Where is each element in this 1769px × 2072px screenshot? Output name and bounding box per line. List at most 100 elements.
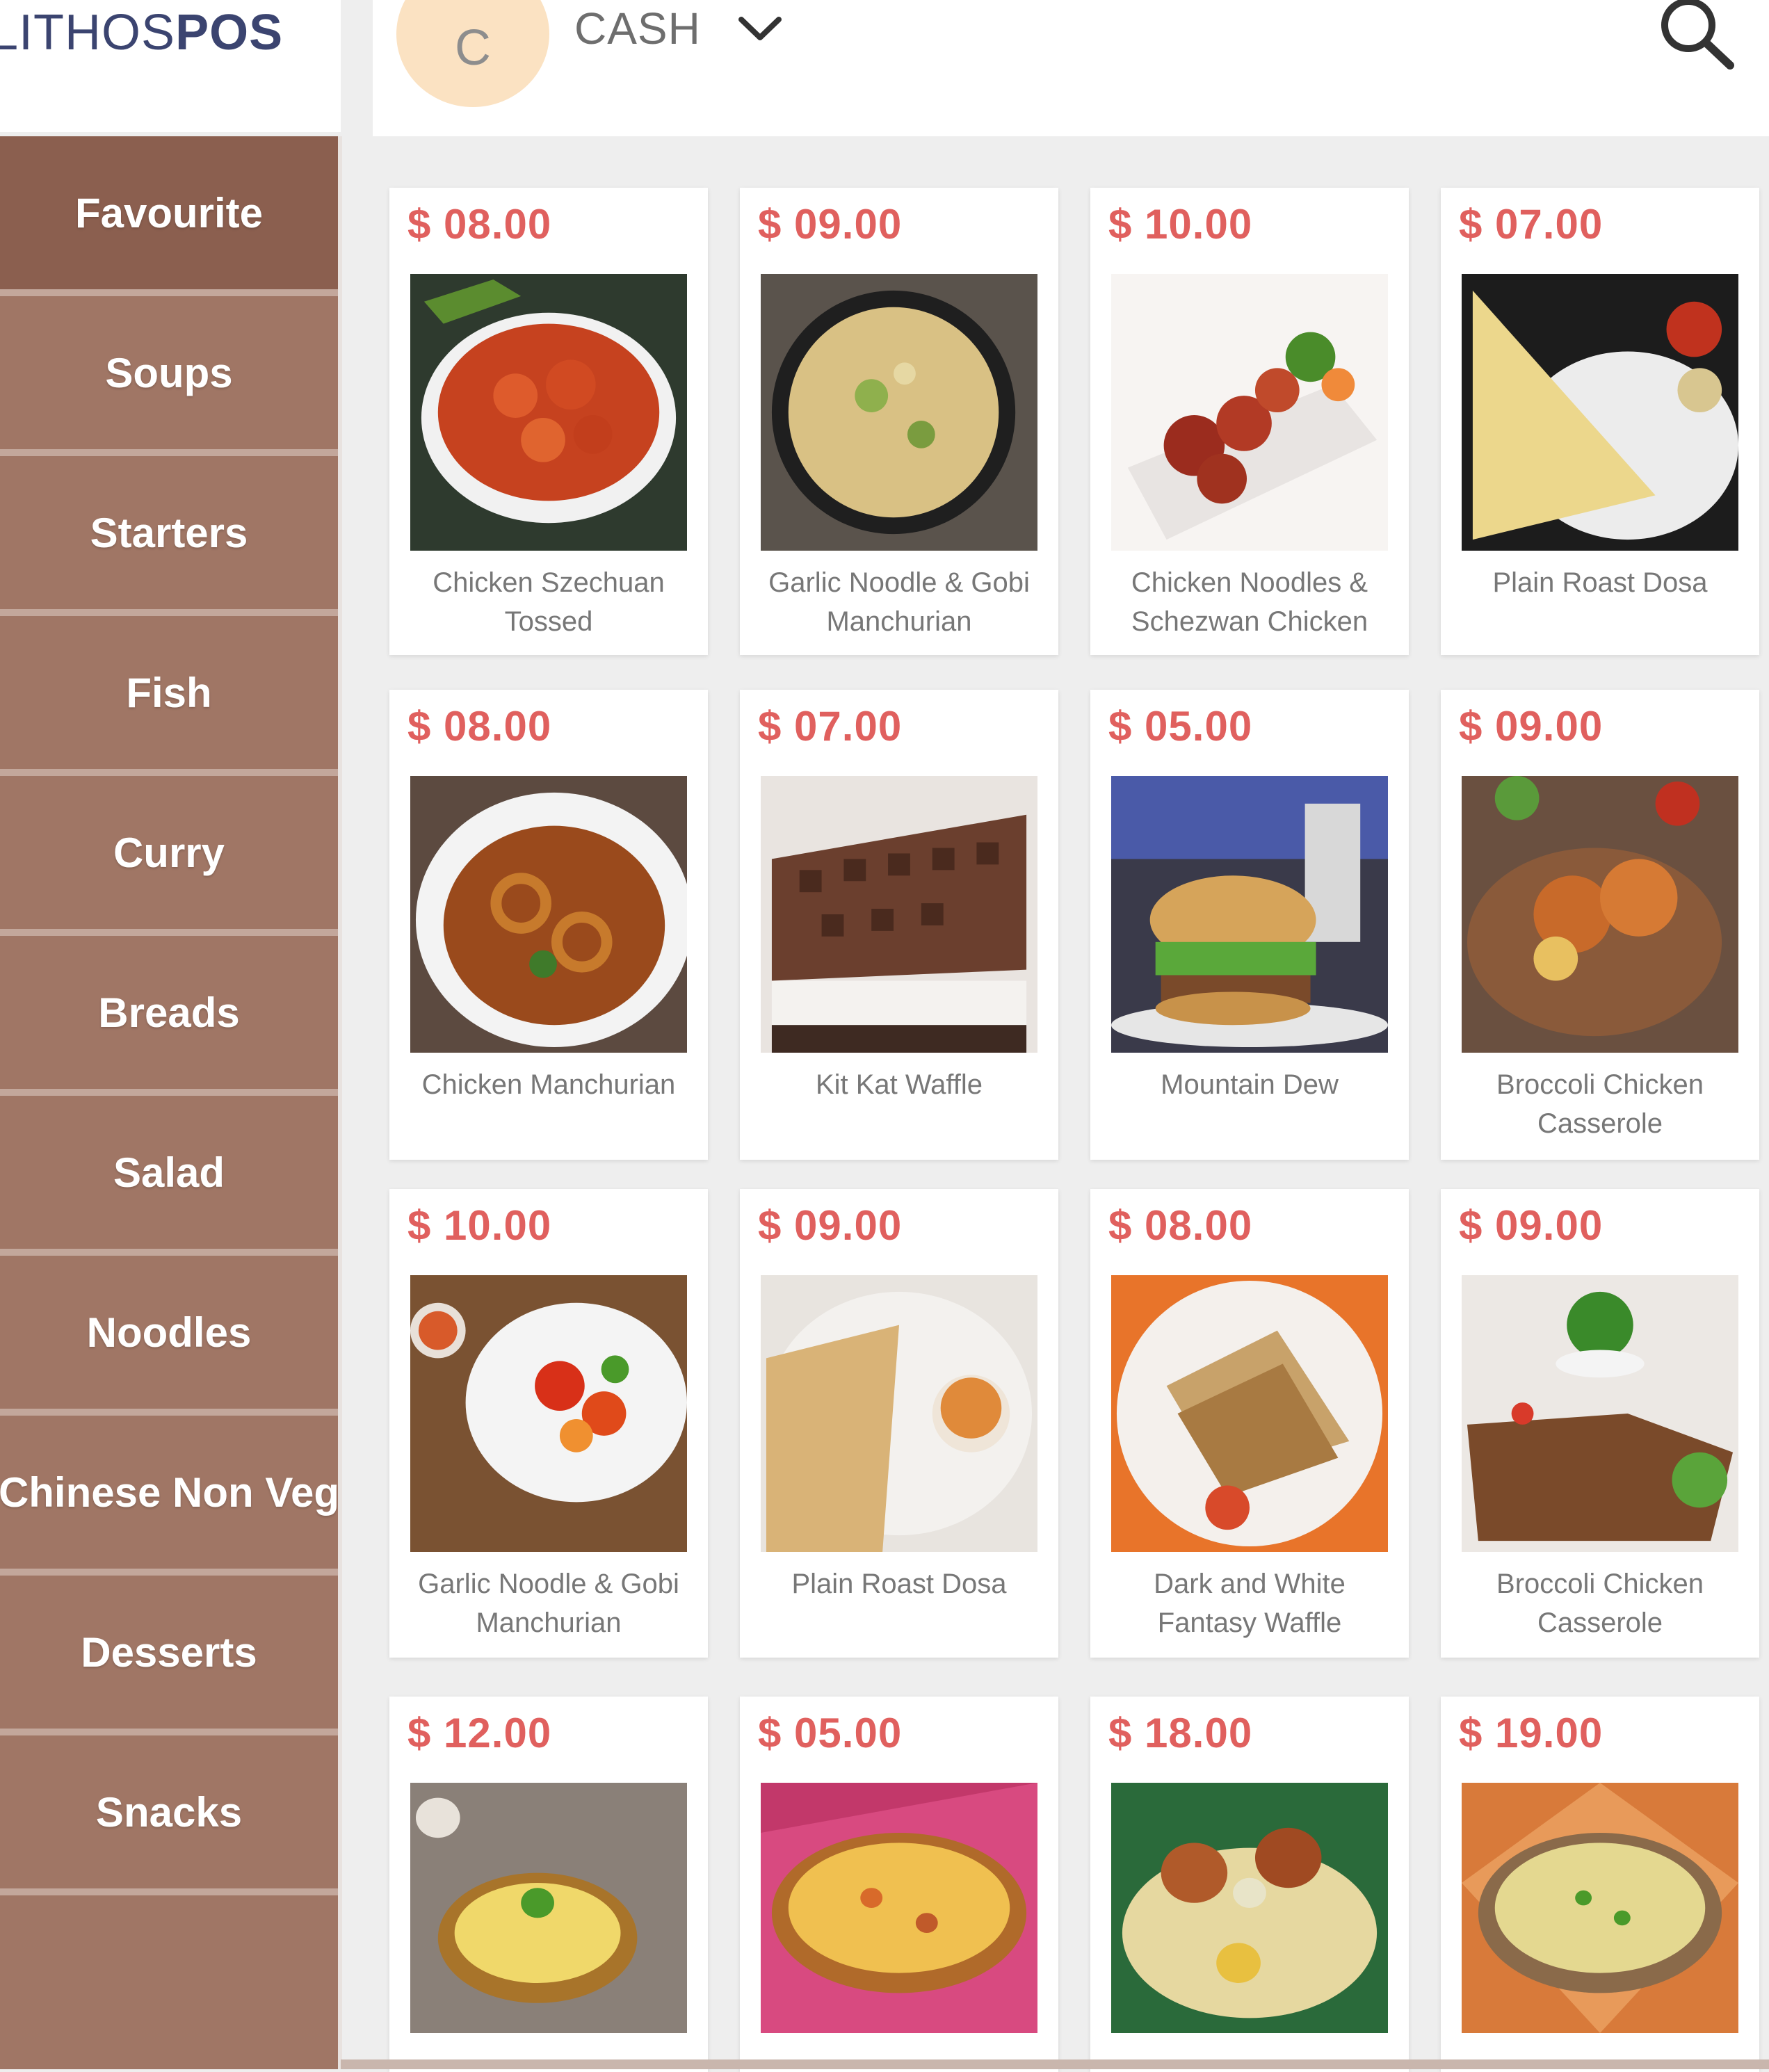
category-divider (0, 769, 338, 776)
product-image (1462, 776, 1738, 1053)
category-label: Salad (113, 1149, 225, 1196)
product-card[interactable]: $ 07.00 Kit Kat Waffle (740, 690, 1058, 1160)
product-price: $ 08.00 (407, 201, 552, 248)
product-price: $ 18.00 (1108, 1710, 1253, 1756)
product-image (1111, 274, 1388, 551)
product-price: $ 09.00 (1459, 1202, 1604, 1249)
category-divider (0, 929, 338, 936)
product-image (761, 1783, 1037, 2033)
category-divider (0, 1569, 338, 1576)
product-grid: $ 08.00 Chicken Szechuan Tossed $ 09.00 … (389, 188, 1769, 2072)
product-image (1462, 1275, 1738, 1552)
bottom-divider (341, 2059, 1769, 2069)
product-price: $ 19.00 (1459, 1710, 1604, 1756)
product-price: $ 09.00 (1459, 703, 1604, 750)
category-divider (0, 1249, 338, 1256)
product-card[interactable]: $ 05.00 (740, 1697, 1058, 2072)
category-label: Noodles (86, 1309, 252, 1356)
category-item-salad[interactable]: Salad (0, 1096, 338, 1249)
product-name: Garlic Noodle & Gobi Manchurian (768, 567, 1030, 637)
category-item-snacks[interactable]: Snacks (0, 1735, 338, 1888)
category-divider (0, 289, 338, 296)
payment-mode-dropdown[interactable]: CASH (574, 3, 701, 54)
product-price: $ 10.00 (407, 1202, 552, 1249)
product-image (1111, 1783, 1388, 2033)
product-image (761, 1275, 1037, 1552)
product-price: $ 12.00 (407, 1710, 552, 1756)
product-name: Broccoli Chicken Casserole (1496, 1569, 1704, 1638)
product-name: Mountain Dew (1161, 1069, 1339, 1100)
product-price: $ 08.00 (1108, 1202, 1253, 1249)
product-image (410, 274, 687, 551)
category-divider (0, 1729, 338, 1735)
product-card[interactable]: $ 07.00 Plain Roast Dosa (1441, 188, 1759, 655)
product-image (410, 1783, 687, 2033)
product-name: Chicken Noodles & Schezwan Chicken (1131, 567, 1368, 637)
product-card[interactable]: $ 09.00 Garlic Noodle & Gobi Manchurian (740, 188, 1058, 655)
category-item-desserts[interactable]: Desserts (0, 1576, 338, 1729)
product-price: $ 07.00 (1459, 201, 1604, 248)
product-card[interactable]: $ 09.00 Plain Roast Dosa (740, 1189, 1058, 1658)
product-card[interactable]: $ 08.00 Chicken Szechuan Tossed (389, 188, 708, 655)
product-card[interactable]: $ 09.00 Broccoli Chicken Casserole (1441, 690, 1759, 1160)
category-label: Chinese Non Veg (0, 1468, 340, 1516)
category-item-noodles[interactable]: Noodles (0, 1256, 338, 1409)
category-label: Curry (113, 829, 225, 876)
product-card[interactable]: $ 09.00 Broccoli Chicken Casserole (1441, 1189, 1759, 1658)
product-image (761, 274, 1037, 551)
category-label: Soups (105, 349, 233, 396)
product-name: Kit Kat Waffle (815, 1069, 983, 1100)
category-divider (0, 1409, 338, 1416)
product-name: Garlic Noodle & Gobi Manchurian (418, 1569, 679, 1638)
app-logo: LITHOSPOS (0, 4, 283, 61)
product-name: Plain Roast Dosa (1492, 567, 1708, 598)
category-label: Favourite (74, 189, 264, 236)
product-price: $ 05.00 (758, 1710, 903, 1756)
avatar-letter: C (455, 20, 491, 76)
product-price: $ 08.00 (407, 703, 552, 750)
category-item-fish[interactable]: Fish (0, 616, 338, 769)
category-item-curry[interactable]: Curry (0, 776, 338, 929)
product-image (1462, 274, 1738, 551)
logo-text-light: LITHOS (0, 5, 176, 60)
product-price: $ 09.00 (758, 201, 903, 248)
product-image (1111, 776, 1388, 1053)
category-item-chinese-non-veg[interactable]: Chinese Non Veg (0, 1416, 340, 1569)
product-card[interactable]: $ 08.00 Dark and White Fantasy Waffle (1090, 1189, 1409, 1658)
category-divider (0, 609, 338, 616)
category-label: Fish (126, 669, 212, 716)
product-image (761, 776, 1037, 1053)
product-card[interactable]: $ 19.00 (1441, 1697, 1759, 2072)
category-item-soups[interactable]: Soups (0, 296, 338, 449)
product-card[interactable]: $ 10.00 Chicken Noodles & Schezwan Chick… (1090, 188, 1409, 655)
product-card[interactable]: $ 12.00 (389, 1697, 708, 2072)
customer-avatar[interactable]: C (396, 0, 549, 107)
category-divider (0, 1089, 338, 1096)
product-card[interactable]: $ 08.00 Chicken Manchurian (389, 690, 708, 1160)
top-bar: C CASH (373, 0, 1769, 136)
product-name: Dark and White Fantasy Waffle (1154, 1569, 1346, 1638)
product-name: Chicken Manchurian (421, 1069, 676, 1100)
product-card[interactable]: $ 10.00 Garlic Noodle & Gobi Manchurian (389, 1189, 708, 1658)
product-image (410, 1275, 687, 1552)
category-sidebar: Favourite Soups Starters Fish Curry Brea… (0, 136, 342, 2069)
product-price: $ 10.00 (1108, 201, 1253, 248)
product-card[interactable]: $ 05.00 Mountain Dew (1090, 690, 1409, 1160)
category-divider (0, 1888, 338, 1895)
product-card[interactable]: $ 18.00 (1090, 1697, 1409, 2072)
category-item-starters[interactable]: Starters (0, 456, 338, 609)
product-price: $ 09.00 (758, 1202, 903, 1249)
category-item-breads[interactable]: Breads (0, 936, 338, 1089)
category-label: Breads (98, 989, 240, 1036)
category-label: Starters (90, 509, 248, 556)
category-item-favourite[interactable]: Favourite (0, 136, 338, 289)
product-image (1462, 1783, 1738, 2033)
product-image (1111, 1275, 1388, 1552)
category-label: Desserts (81, 1628, 257, 1676)
product-price: $ 07.00 (758, 703, 903, 750)
category-label: Snacks (95, 1788, 243, 1836)
category-divider (0, 449, 338, 456)
chevron-down-icon[interactable] (736, 11, 784, 46)
logo-area: LITHOSPOS (0, 0, 341, 132)
search-icon[interactable] (1652, 0, 1743, 71)
